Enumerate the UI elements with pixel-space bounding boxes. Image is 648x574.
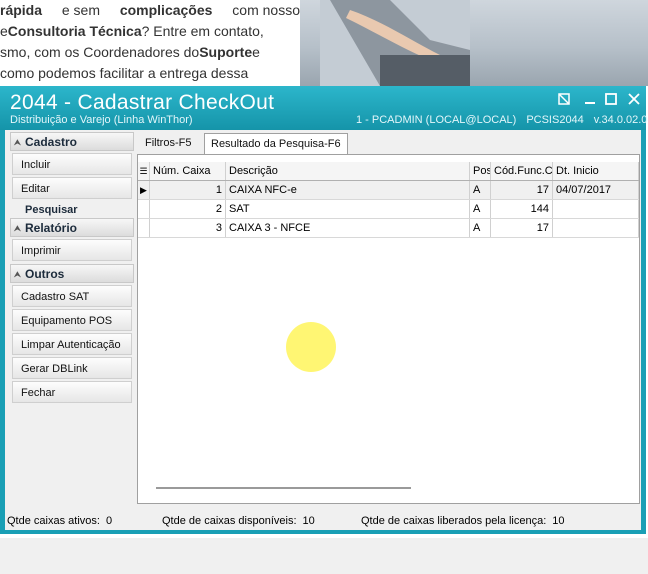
background-photo (300, 0, 648, 86)
table-row[interactable]: ▶ 1 CAIXA NFC-e A 17 04/07/2017 (138, 181, 639, 200)
restore-icon[interactable] (556, 92, 572, 108)
article-line-4: como podemos facilitar a entrega dessa (0, 63, 300, 84)
article-text: complicações (119, 2, 213, 18)
module-label: PCSIS2044 (526, 114, 584, 126)
tab-filtros[interactable]: Filtros-F5 (139, 133, 197, 154)
table-row[interactable]: 3 CAIXA 3 - NFCE A 17 (138, 219, 639, 238)
column-cod-func[interactable]: Cód.Func.C (491, 162, 553, 180)
table-row[interactable]: 2 SAT A 144 (138, 200, 639, 219)
relatorio-section-header[interactable]: ⮝ Relatório (10, 218, 134, 237)
cell-pos: A (470, 181, 491, 199)
background-article: rápida e sem complicações com nosso e Co… (0, 0, 300, 86)
section-label: Cadastro (25, 135, 78, 149)
article-line-2: e Consultoria Técnica? Entre em contato, (0, 21, 300, 42)
article-text: e sem (61, 2, 100, 18)
status-caixas-liberados: Qtde de caixas liberados pela licença: 10 (361, 512, 565, 530)
window-subtitle: Distribuição e Varejo (Linha WinThor) (10, 114, 193, 126)
section-label: Relatório (25, 221, 78, 235)
title-bar[interactable]: 2044 - Cadastrar CheckOut Distribuição e… (0, 86, 648, 130)
article-text: Suporte (199, 44, 253, 60)
fechar-button[interactable]: Fechar (12, 381, 132, 403)
cell-dt-inicio (553, 200, 639, 218)
cadastro-sat-button[interactable]: Cadastro SAT (12, 285, 132, 307)
grid-menu-icon[interactable]: ☰ (138, 162, 150, 180)
article-text: rápida (0, 2, 43, 18)
session-info: 1 - PCADMIN (LOCAL@LOCAL) PCSIS2044 v.34.0… (356, 114, 648, 126)
chevron-up-icon: ⮝ (14, 224, 21, 233)
status-label: Qtde de caixas liberados pela licença: (361, 515, 547, 527)
incluir-button[interactable]: Incluir (12, 153, 132, 175)
column-descricao[interactable]: Descrição (226, 162, 470, 180)
column-num-caixa[interactable]: Núm. Caixa (150, 162, 226, 180)
section-label: Outros (25, 267, 65, 281)
row-indicator (138, 219, 150, 237)
row-selected-indicator-icon: ▶ (138, 181, 150, 199)
results-panel: ☰ Núm. Caixa Descrição Pos Cód.Func.C Dt… (137, 154, 640, 504)
article-text: como podemos facilitar a entrega dessa (0, 65, 249, 81)
column-dt-inicio[interactable]: Dt. Inicio (553, 162, 639, 180)
cell-descricao: CAIXA 3 - NFCE (226, 219, 470, 237)
cell-cod-func: 17 (491, 219, 553, 237)
pesquisar-button[interactable]: Pesquisar (10, 202, 134, 218)
hand-typing-image (320, 0, 470, 86)
close-icon[interactable] (626, 92, 642, 108)
cursor-highlight (286, 322, 336, 372)
status-value: 10 (302, 515, 315, 527)
article-text: e (0, 23, 8, 39)
equipamento-pos-button[interactable]: Equipamento POS (12, 309, 132, 331)
cell-cod-func: 144 (491, 200, 553, 218)
cell-pos: A (470, 200, 491, 218)
cell-num-caixa: 1 (150, 181, 226, 199)
row-indicator (138, 200, 150, 218)
grid-header-row: ☰ Núm. Caixa Descrição Pos Cód.Func.C Dt… (138, 162, 639, 181)
article-text: com nosso (232, 2, 300, 18)
cell-descricao: SAT (226, 200, 470, 218)
status-caixas-ativos: Qtde caixas ativos: 0 (7, 512, 112, 530)
status-label: Qtde de caixas disponíveis: (162, 515, 297, 527)
article-line-3: smo, com os Coordenadores do Suporte e (0, 42, 300, 63)
article-text: smo, com os Coordenadores do (0, 44, 200, 60)
editar-button[interactable]: Editar (12, 177, 132, 199)
minimize-icon[interactable] (582, 92, 598, 108)
checkout-window: 2044 - Cadastrar CheckOut Distribuição e… (0, 86, 648, 534)
status-bar: Qtde caixas ativos: 0 Qtde de caixas disp… (5, 512, 641, 530)
cell-descricao: CAIXA NFC-e (226, 181, 470, 199)
version-label: v.34.0.02.005 (593, 114, 648, 126)
status-caixas-disponiveis: Qtde de caixas disponíveis: 10 (162, 512, 315, 530)
article-text: e (252, 44, 260, 60)
maximize-icon[interactable] (603, 92, 619, 108)
imprimir-button[interactable]: Imprimir (12, 239, 132, 261)
background-footer-band (0, 538, 648, 574)
outros-section-header[interactable]: ⮝ Outros (10, 264, 134, 283)
cell-num-caixa: 3 (150, 219, 226, 237)
cell-dt-inicio (553, 219, 639, 237)
cell-num-caixa: 2 (150, 200, 226, 218)
chevron-up-icon: ⮝ (14, 138, 21, 147)
action-panel: ⮝ Cadastro Incluir Editar Pesquisar ⮝ Re… (10, 132, 134, 488)
article-text: ? Entre em contato, (141, 23, 264, 39)
article-line-1: rápida e sem complicações com nosso (0, 0, 300, 21)
status-value: 10 (552, 515, 565, 527)
cadastro-section-header[interactable]: ⮝ Cadastro (10, 132, 134, 151)
horizontal-scrollbar[interactable] (156, 487, 411, 489)
column-pos[interactable]: Pos (470, 162, 491, 180)
cell-cod-func: 17 (491, 181, 553, 199)
window-title: 2044 - Cadastrar CheckOut (10, 91, 275, 114)
chevron-up-icon: ⮝ (14, 270, 21, 279)
user-label: 1 - PCADMIN (LOCAL@LOCAL) (356, 114, 517, 126)
cell-pos: A (470, 219, 491, 237)
tab-resultado-pesquisa[interactable]: Resultado da Pesquisa-F6 (204, 133, 348, 154)
cell-dt-inicio: 04/07/2017 (553, 181, 639, 199)
gerar-dblink-button[interactable]: Gerar DBLink (12, 357, 132, 379)
limpar-autenticacao-button[interactable]: Limpar Autenticação (12, 333, 132, 355)
status-label: Qtde caixas ativos: (7, 515, 100, 527)
status-value: 0 (105, 515, 113, 527)
results-grid: ☰ Núm. Caixa Descrição Pos Cód.Func.C Dt… (138, 162, 639, 238)
article-text: Consultoria Técnica (7, 23, 142, 39)
